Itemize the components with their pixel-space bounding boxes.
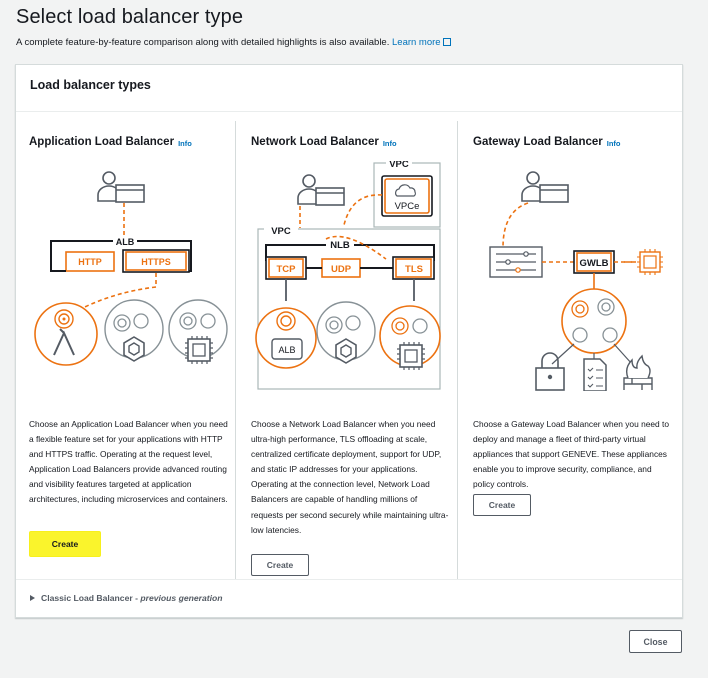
- load-balancer-types-container: Load balancer types Application Load Bal…: [15, 64, 683, 618]
- info-link[interactable]: Info: [607, 139, 621, 148]
- gwlb-diagram: GWLB: [489, 171, 663, 391]
- alb-label: ALB: [116, 237, 135, 247]
- tls-label: TLS: [405, 264, 423, 275]
- card-description: Choose a Network Load Balancer when you …: [251, 419, 449, 535]
- card-title: Application Load Balancer Info: [29, 136, 192, 148]
- lambda-target-icon: [34, 302, 98, 366]
- vpce-label: VPCe: [395, 201, 420, 212]
- create-gwlb-button[interactable]: Create: [473, 494, 531, 516]
- create-alb-button[interactable]: Create: [29, 531, 101, 557]
- create-nlb-button[interactable]: Create: [251, 554, 309, 576]
- external-link-icon: [442, 38, 451, 46]
- page-subtitle: A complete feature-by-feature comparison…: [16, 37, 451, 48]
- alb-diagram: ALB HTTP HTTPS: [34, 171, 228, 366]
- user-icon: [97, 171, 145, 203]
- classic-label: Classic Load Balancer: [41, 593, 133, 603]
- firewall-icon: [623, 354, 653, 390]
- gwlb-label: GWLB: [579, 258, 608, 269]
- caret-right-icon: [30, 595, 35, 601]
- nlb-diagram: VPC VPCe VPC NLB TCP UDP TLS ALB: [255, 161, 441, 390]
- vpc-top-label: VPC: [389, 161, 409, 170]
- target-group-icon: [561, 288, 627, 354]
- container-title: Load balancer types: [30, 78, 151, 92]
- user-icon: [297, 174, 345, 206]
- compliance-checklist-icon: [583, 358, 607, 391]
- card-title-text: Application Load Balancer: [29, 136, 175, 148]
- lock-icon: [535, 352, 565, 391]
- info-link[interactable]: Info: [383, 139, 397, 148]
- classic-load-balancer-toggle[interactable]: Classic Load Balancer - previous generat…: [30, 593, 223, 603]
- card-network-load-balancer: Network Load Balancer Info VPC VPCe VPC …: [238, 121, 458, 579]
- classic-note: previous generation: [140, 593, 223, 603]
- tcp-label: TCP: [277, 264, 297, 275]
- page-title: Select load balancer type: [16, 6, 244, 28]
- learn-more-label: Learn more: [392, 37, 441, 48]
- page-subtitle-text: A complete feature-by-feature comparison…: [16, 37, 390, 48]
- card-title-text: Gateway Load Balancer: [473, 136, 603, 148]
- http-label: HTTP: [78, 257, 102, 267]
- card-description: Choose a Gateway Load Balancer when you …: [473, 419, 670, 490]
- instance-target-icon: [168, 299, 228, 364]
- card-title-text: Network Load Balancer: [251, 136, 379, 148]
- info-link[interactable]: Info: [178, 139, 192, 148]
- close-button[interactable]: Close: [629, 630, 682, 653]
- container-header: Load balancer types: [16, 65, 682, 112]
- card-gateway-load-balancer: Gateway Load Balancer Info GWLB Choose a…: [460, 121, 680, 579]
- card-title: Gateway Load Balancer Info: [473, 136, 621, 148]
- udp-label: UDP: [331, 264, 352, 275]
- card-title: Network Load Balancer Info: [251, 136, 397, 148]
- card-row: Application Load BalancerInfo ALB HTTP: [16, 111, 682, 579]
- card-application-load-balancer: Application Load BalancerInfo ALB HTTP: [16, 121, 236, 579]
- container-target-icon: [104, 299, 164, 362]
- vpc-label: VPC: [271, 226, 291, 237]
- alb-target-label: ALB: [278, 345, 295, 355]
- learn-more-link[interactable]: Learn more: [392, 37, 451, 48]
- classic-load-balancer-section: Classic Load Balancer - previous generat…: [16, 579, 682, 617]
- alb-target-icon: ALB: [255, 307, 317, 369]
- appliance-list-icon: [489, 246, 543, 278]
- user-icon: [521, 171, 569, 203]
- nlb-label: NLB: [330, 240, 350, 251]
- chip-icon: [637, 249, 663, 275]
- card-description: Choose an Application Load Balancer when…: [29, 419, 228, 505]
- https-label: HTTPS: [141, 257, 171, 267]
